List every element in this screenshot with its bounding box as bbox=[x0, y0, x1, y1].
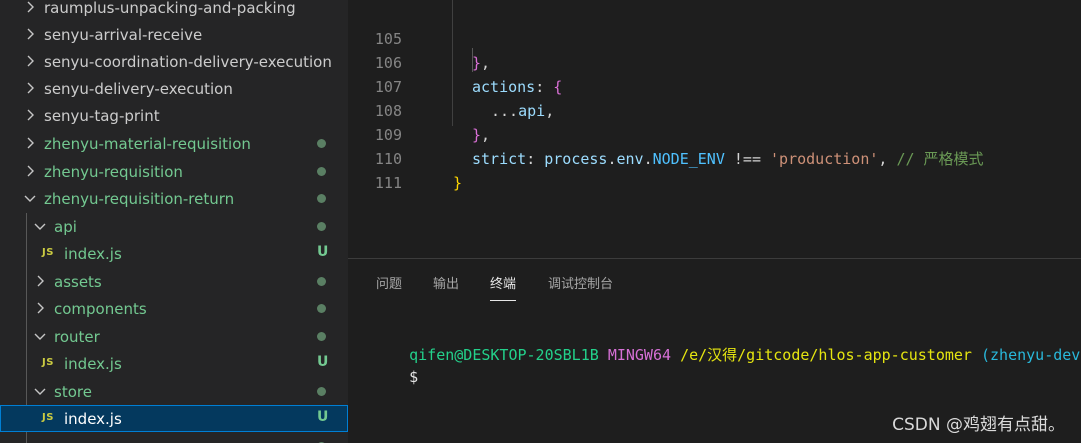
tree-label: raumplus-unpacking-and-packing bbox=[44, 0, 296, 17]
tree-label: zhenyu-material-requisition bbox=[44, 134, 251, 153]
watermark: CSDN @鸡翅有点甜。 bbox=[892, 415, 1065, 435]
tab-debug-console[interactable]: 调试控制台 bbox=[548, 273, 613, 301]
code-editor[interactable]: 105 }, 106 actions: { 107 ...api, 108 },… bbox=[348, 0, 1081, 258]
chevron-right-icon bbox=[22, 26, 38, 42]
code-text: } bbox=[453, 174, 463, 192]
tree-label: senyu-tag-print bbox=[44, 106, 160, 125]
modified-dot-icon bbox=[317, 277, 326, 286]
chevron-right-icon bbox=[22, 163, 38, 179]
terminal-prompt-line[interactable]: qifen@DESKTOP-20SBL1B MINGW64 /e/汉得/gitc… bbox=[373, 325, 1081, 385]
tree-label: index.js bbox=[64, 354, 122, 373]
modified-dot-icon bbox=[317, 304, 326, 313]
bottom-panel: 问题 输出 终端 调试控制台 qifen@DESKTOP-20SBL1B MIN… bbox=[348, 258, 1081, 443]
tree-label: api bbox=[54, 217, 77, 236]
chevron-right-icon bbox=[22, 80, 38, 96]
tree-folder-components[interactable]: components bbox=[0, 295, 348, 322]
code-line-105[interactable]: 105 }, bbox=[348, 3, 1081, 72]
chevron-right-icon bbox=[32, 273, 48, 289]
tree-label: senyu-arrival-receive bbox=[44, 25, 203, 44]
untracked-badge: U bbox=[317, 244, 329, 260]
tree-folder-assets[interactable]: assets bbox=[0, 268, 348, 295]
tree-file-api-index-js[interactable]: JS index.js U bbox=[0, 240, 348, 267]
tree-label: router bbox=[54, 327, 100, 346]
tab-problems[interactable]: 问题 bbox=[376, 273, 402, 301]
terminal-user-host: qifen@DESKTOP-20SBL1B bbox=[409, 346, 599, 364]
tree-label: index.js bbox=[64, 409, 122, 428]
tree-row-partial[interactable] bbox=[0, 433, 348, 443]
code-line-108[interactable]: 108 }, bbox=[348, 75, 1081, 144]
chevron-down-icon bbox=[32, 328, 48, 344]
modified-dot-icon bbox=[317, 139, 326, 148]
js-file-icon: JS bbox=[42, 357, 54, 368]
tree-folder-senyu-tag-print[interactable]: senyu-tag-print bbox=[0, 102, 348, 129]
explorer-sidebar: raumplus-unpacking-and-packing senyu-arr… bbox=[0, 0, 348, 443]
tree-folder-api[interactable]: api bbox=[0, 213, 348, 240]
tree-folder-senyu-arrival-receive[interactable]: senyu-arrival-receive bbox=[0, 21, 348, 48]
modified-dot-icon bbox=[317, 222, 326, 231]
js-file-icon: JS bbox=[42, 412, 54, 423]
tree-folder-senyu-coordination-delivery-execution[interactable]: senyu-coordination-delivery-execution bbox=[0, 48, 348, 75]
tree-folder-raumplus-unpacking-and-packing[interactable]: raumplus-unpacking-and-packing bbox=[0, 0, 348, 21]
tree-label: zhenyu-requisition bbox=[44, 162, 183, 181]
modified-dot-icon bbox=[317, 332, 326, 341]
tree-folder-zhenyu-requisition[interactable]: zhenyu-requisition bbox=[0, 158, 348, 185]
tree-file-store-index-js[interactable]: JS index.js U bbox=[0, 405, 348, 432]
tree-folder-router[interactable]: router bbox=[0, 323, 348, 350]
modified-dot-icon bbox=[317, 167, 326, 176]
untracked-badge: U bbox=[317, 409, 329, 425]
tree-label: assets bbox=[54, 272, 102, 291]
terminal-path: /e/汉得/gitcode/hlos-app-customer bbox=[680, 346, 972, 364]
tree-label: senyu-delivery-execution bbox=[44, 79, 233, 98]
terminal-branch: (zhenyu-develop bbox=[981, 346, 1081, 364]
line-number: 111 bbox=[374, 174, 402, 192]
code-line-110[interactable]: 110 } bbox=[348, 123, 1081, 192]
untracked-badge: U bbox=[317, 354, 329, 370]
tree-folder-zhenyu-requisition-return[interactable]: zhenyu-requisition-return bbox=[0, 185, 348, 212]
chevron-right-icon bbox=[22, 135, 38, 151]
tree-label: index.js bbox=[64, 244, 122, 263]
chevron-right-icon bbox=[22, 53, 38, 69]
tree-label: senyu-coordination-delivery-execution bbox=[44, 52, 332, 71]
code-line-106[interactable]: 106 actions: { bbox=[348, 27, 1081, 96]
tree-label: store bbox=[54, 382, 92, 401]
chevron-right-icon bbox=[22, 0, 38, 15]
tree-file-router-index-js[interactable]: JS index.js U bbox=[0, 350, 348, 377]
modified-dot-icon bbox=[317, 194, 326, 203]
code-line-111[interactable]: 111 bbox=[348, 147, 1081, 192]
code-line-107[interactable]: 107 ...api, bbox=[348, 51, 1081, 120]
terminal-prompt-symbol: $ bbox=[409, 368, 419, 386]
chevron-right-icon bbox=[22, 107, 38, 123]
chevron-down-icon bbox=[22, 190, 38, 206]
modified-dot-icon bbox=[317, 387, 326, 396]
tree-folder-store[interactable]: store bbox=[0, 378, 348, 405]
tab-output[interactable]: 输出 bbox=[433, 273, 459, 301]
tree-folder-senyu-delivery-execution[interactable]: senyu-delivery-execution bbox=[0, 75, 348, 102]
chevron-right-icon bbox=[32, 300, 48, 316]
chevron-down-icon bbox=[32, 383, 48, 399]
tree-folder-zhenyu-material-requisition[interactable]: zhenyu-material-requisition bbox=[0, 130, 348, 157]
js-file-icon: JS bbox=[42, 247, 54, 258]
code-line-109[interactable]: 109 strict: process.env.NODE_ENV !== 'pr… bbox=[348, 99, 1081, 168]
tree-label: zhenyu-requisition-return bbox=[44, 189, 235, 208]
terminal-input-line[interactable]: $ bbox=[373, 347, 418, 407]
tree-label: components bbox=[54, 299, 147, 318]
tab-terminal[interactable]: 终端 bbox=[490, 273, 517, 301]
terminal-env: MINGW64 bbox=[607, 346, 672, 364]
chevron-down-icon bbox=[32, 218, 48, 234]
